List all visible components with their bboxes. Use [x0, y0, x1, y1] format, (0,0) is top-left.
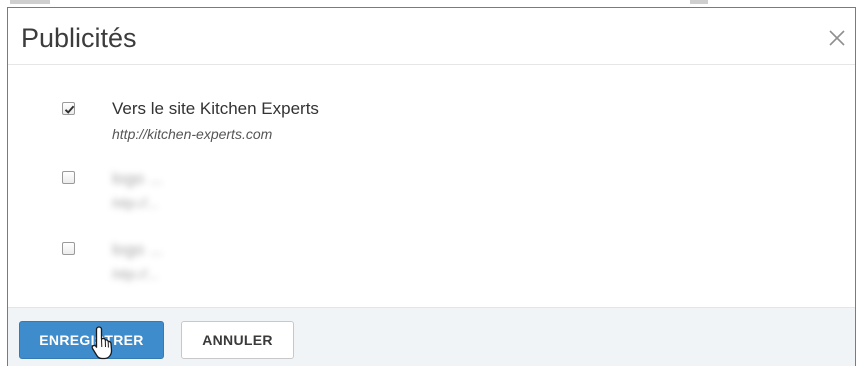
- ad-checkbox[interactable]: [62, 171, 75, 184]
- background-fragment: [10, 0, 50, 4]
- ad-list-item: logo ... http://...: [8, 236, 855, 296]
- modal-footer: ENREGISTRER ANNULER: [8, 307, 855, 366]
- ad-url-blurred: http://...: [112, 195, 159, 211]
- ad-checkbox[interactable]: [62, 242, 75, 255]
- ad-list-item: logo ... http://...: [8, 163, 855, 223]
- ad-url: http://kitchen-experts.com: [112, 126, 273, 142]
- ad-title: Vers le site Kitchen Experts: [112, 99, 319, 118]
- ad-title-blurred: logo ...: [112, 240, 164, 259]
- ad-url-blurred: http://...: [112, 266, 159, 282]
- ad-checkbox-checked[interactable]: [62, 102, 75, 115]
- ad-title-blurred: logo ...: [112, 169, 164, 188]
- background-fragment: [690, 0, 708, 4]
- modal-title: Publicités: [21, 23, 137, 53]
- ads-modal: Publicités Vers le site Kitchen Experts …: [7, 7, 856, 366]
- checkmark-icon: [64, 105, 75, 114]
- save-button[interactable]: ENREGISTRER: [19, 321, 164, 359]
- ad-list-item: Vers le site Kitchen Experts http://kitc…: [8, 93, 855, 153]
- modal-header: Publicités: [8, 8, 855, 65]
- cancel-button[interactable]: ANNULER: [181, 321, 294, 359]
- page: Publicités Vers le site Kitchen Experts …: [0, 0, 858, 367]
- close-icon[interactable]: [825, 26, 849, 50]
- modal-body: Vers le site Kitchen Experts http://kitc…: [8, 65, 855, 307]
